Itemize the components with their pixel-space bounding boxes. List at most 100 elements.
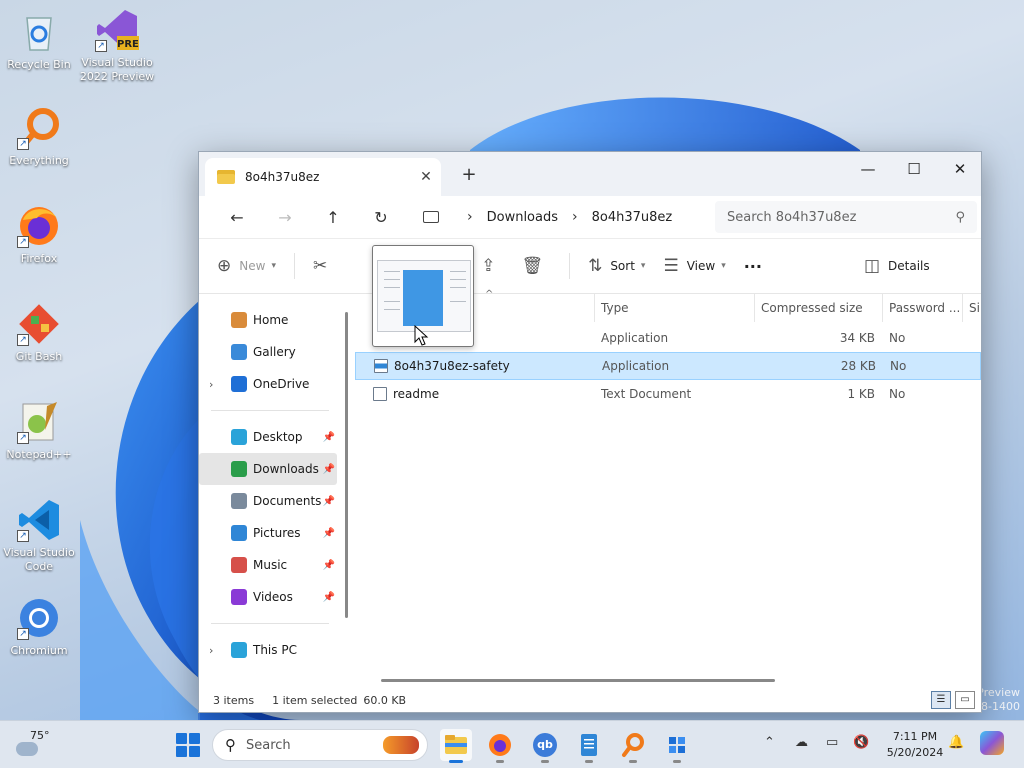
network-icon[interactable]: ▭: [826, 735, 838, 750]
desktop-icon-vscode[interactable]: ↗ Visual Studio Code: [1, 498, 77, 574]
file-type: Application: [601, 331, 669, 345]
search-input[interactable]: Search 8o4h37u8ez: [727, 210, 955, 225]
show-hidden-icons-button[interactable]: ⌃: [764, 735, 775, 750]
taskbar-file-explorer[interactable]: [440, 729, 472, 763]
tiles-view-button[interactable]: ▭: [955, 691, 975, 709]
file-row[interactable]: readme Text Document 1 KB No: [355, 380, 981, 408]
vscode-icon: ↗: [17, 498, 61, 542]
sidebar-item-desktop[interactable]: Desktop 📌: [199, 421, 337, 453]
minimize-button[interactable]: —: [845, 156, 891, 184]
sidebar-item-gallery[interactable]: Gallery: [199, 336, 337, 368]
column-header-compressed-size[interactable]: Compressed size: [755, 293, 883, 322]
file-name-cell: readme: [355, 387, 595, 402]
sidebar-scrollbar[interactable]: [345, 312, 348, 618]
search-box[interactable]: Search 8o4h37u8ez ⚲: [715, 201, 977, 233]
back-button[interactable]: ←: [213, 208, 261, 227]
taskbar-notepad[interactable]: [573, 729, 605, 763]
taskbar-qbittorrent[interactable]: qb: [529, 729, 561, 763]
breadcrumb-downloads[interactable]: Downloads: [487, 210, 558, 225]
shortcut-arrow-icon: ↗: [17, 236, 29, 248]
new-label: New: [239, 259, 266, 273]
column-header-password[interactable]: Password ...: [883, 293, 963, 322]
desktop-icon-label: Everything: [9, 154, 69, 167]
command-bar: ⊕ New ▾ ✂ ⇪ 🗑 ⇅ Sort ▾ ☰ View ▾ ··· ◫ De…: [199, 238, 981, 294]
desktop-icon-everything[interactable]: ↗ Everything: [1, 106, 77, 168]
more-label: ···: [743, 256, 762, 276]
share-icon: ⇪: [481, 256, 496, 276]
clock[interactable]: 7:11 PM 5/20/2024: [880, 729, 950, 761]
tab-8o4h37u8ez[interactable]: 8o4h37u8ez ✕: [205, 158, 441, 196]
view-button[interactable]: ☰ View ▾: [663, 256, 725, 276]
package-icon: [669, 737, 685, 753]
start-button[interactable]: [176, 733, 200, 757]
column-header-type[interactable]: Type: [595, 293, 755, 322]
recycle-bin-icon: [17, 10, 61, 54]
up-button[interactable]: ↑: [309, 208, 357, 227]
file-name-cell: 8o4h37u8ez-safety: [356, 359, 596, 374]
new-tab-button[interactable]: +: [457, 164, 481, 185]
file-list[interactable]: Type Compressed size Password ... Si App…: [355, 293, 981, 688]
status-bar: 3 items 1 item selected 60.0 KB ☰ ▭: [199, 688, 981, 712]
taskbar-everything[interactable]: [617, 729, 649, 763]
refresh-button[interactable]: ↻: [357, 208, 405, 227]
sort-button[interactable]: ⇅ Sort ▾: [588, 256, 645, 276]
onedrive-offline-icon[interactable]: ☁: [795, 735, 808, 750]
expand-chevron-icon[interactable]: ›: [209, 378, 213, 391]
sidebar-item-pictures[interactable]: Pictures 📌: [199, 517, 337, 549]
everything-icon: [622, 733, 644, 757]
desktop-icon-label: Visual Studio Code: [3, 546, 75, 573]
file-type: Application: [602, 359, 670, 373]
volume-muted-icon[interactable]: 🔇: [853, 735, 869, 750]
details-view-button[interactable]: ☰: [931, 691, 951, 709]
weather-temperature: 75°: [30, 729, 50, 742]
notification-bell-icon[interactable]: 🔔: [948, 735, 964, 750]
breadcrumb-current-folder[interactable]: 8o4h37u8ez: [592, 210, 673, 225]
sidebar-item-home[interactable]: Home: [199, 304, 337, 336]
file-row[interactable]: 8o4h37u8ez-safety Application 28 KB No: [355, 352, 981, 380]
navigation-pane[interactable]: Home Gallery › OneDrive Desktop 📌 Downloads 📌 D…: [199, 294, 355, 688]
cut-button[interactable]: ✂: [313, 256, 335, 276]
delete-button[interactable]: 🗑: [521, 256, 551, 276]
chevron-down-icon: ▾: [271, 261, 276, 271]
taskbar-search-input[interactable]: Search: [246, 738, 291, 753]
horizontal-scrollbar[interactable]: [381, 679, 775, 682]
new-button[interactable]: ⊕ New ▾: [217, 256, 276, 276]
column-header-size[interactable]: Si: [963, 294, 981, 322]
address-bar[interactable]: › Downloads › 8o4h37u8ez: [411, 201, 705, 233]
desktop-icon-label: Visual Studio 2022 Preview: [79, 56, 155, 83]
close-window-button[interactable]: ✕: [937, 156, 983, 184]
desktop-icon-label: Firefox: [20, 252, 58, 265]
maximize-button[interactable]: ☐: [891, 156, 937, 184]
desktop-icon-git-bash[interactable]: ↗ Git Bash: [1, 302, 77, 364]
desktop-icon-firefox[interactable]: ↗ Firefox: [1, 204, 77, 266]
sidebar-item-this-pc[interactable]: › This PC: [199, 634, 337, 666]
taskbar-package-app[interactable]: [661, 729, 693, 763]
desktop-icon-recycle-bin[interactable]: Recycle Bin: [1, 10, 77, 72]
shortcut-arrow-icon: ↗: [17, 334, 29, 346]
close-tab-button[interactable]: ✕: [411, 169, 441, 185]
expand-chevron-icon[interactable]: ›: [209, 644, 213, 657]
sidebar-item-videos[interactable]: Videos 📌: [199, 581, 337, 613]
taskbar-firefox[interactable]: [484, 729, 516, 763]
sidebar-item-downloads[interactable]: Downloads 📌: [199, 453, 337, 485]
copilot-icon[interactable]: [980, 731, 1004, 755]
more-options-button[interactable]: ···: [744, 257, 762, 276]
sidebar-item-music[interactable]: Music 📌: [199, 549, 337, 581]
weather-widget[interactable]: 75°: [16, 729, 50, 756]
taskbar-search[interactable]: ⚲ Search: [212, 729, 428, 761]
tab-title: 8o4h37u8ez: [245, 170, 320, 184]
forward-button[interactable]: →: [261, 208, 309, 227]
title-bar[interactable]: 8o4h37u8ez ✕ + — ☐ ✕: [199, 152, 981, 196]
desktop-icon-notepad-plus-plus[interactable]: ↗ Notepad++: [1, 400, 77, 462]
desktop-icon-visual-studio[interactable]: PRE ↗ Visual Studio 2022 Preview: [79, 8, 155, 84]
sidebar-item-documents[interactable]: Documents 📌: [199, 485, 337, 517]
details-pane-button[interactable]: ◫ Details: [864, 256, 930, 276]
sidebar-item-onedrive[interactable]: › OneDrive: [199, 368, 337, 400]
view-toggle: ☰ ▭: [931, 691, 975, 709]
file-explorer-window[interactable]: 8o4h37u8ez ✕ + — ☐ ✕ ← → ↑ ↻ › Downloads…: [198, 151, 982, 713]
desktop-icon-chromium[interactable]: ↗ Chromium: [1, 596, 77, 658]
notepad-icon: [581, 734, 597, 756]
share-button[interactable]: ⇪: [481, 256, 503, 276]
chevron-right-icon: ›: [467, 209, 473, 225]
divider: [211, 623, 329, 624]
